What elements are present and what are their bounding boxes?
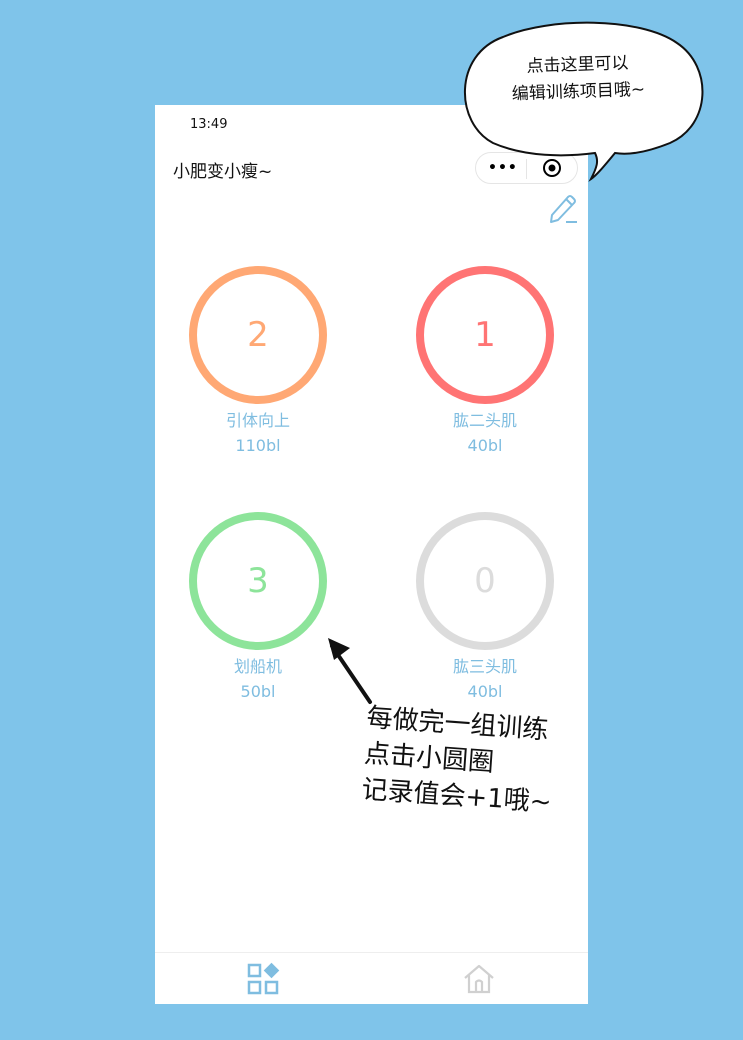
bubble-text: 点击这里可以 编辑训练项目哦~	[477, 49, 679, 110]
counter-value: 2	[247, 315, 269, 355]
exercise-weight: 40bl	[467, 436, 503, 455]
grid-apps-icon[interactable]	[245, 961, 281, 997]
page-title: 小肥变小瘦~	[173, 162, 273, 182]
exercise-card: 0 肱三头肌 40bl	[385, 512, 585, 701]
exercise-card: 2 引体向上 110bl	[158, 266, 358, 455]
home-icon[interactable]	[461, 961, 497, 997]
exercise-card: 1 肱二头肌 40bl	[385, 266, 585, 455]
counter-ring[interactable]: 2	[189, 266, 327, 404]
exercise-weight: 110bl	[235, 436, 281, 455]
exercise-name: 肱二头肌	[452, 411, 517, 430]
counter-value: 1	[474, 315, 496, 355]
counter-ring[interactable]: 3	[189, 512, 327, 650]
exercise-name: 引体向上	[225, 411, 290, 430]
exercise-name: 肱三头肌	[452, 657, 517, 676]
status-time: 13:49	[190, 117, 228, 132]
pencil-icon[interactable]	[547, 191, 579, 225]
handwritten-note: 每做完一组训练 点击小圆圈 记录值会+1哦~	[360, 700, 557, 821]
phone-screen: 13:49 小肥变小瘦~ ••• 2 引体向上 110bl 1 肱二头肌 40b…	[155, 105, 588, 1004]
counter-ring[interactable]: 0	[416, 512, 554, 650]
exercise-weight: 40bl	[467, 682, 503, 701]
counter-ring[interactable]: 1	[416, 266, 554, 404]
tab-bar	[155, 952, 588, 1005]
counter-value: 0	[474, 561, 496, 601]
annotation-arrow-icon	[328, 638, 372, 704]
counter-value: 3	[247, 561, 269, 601]
